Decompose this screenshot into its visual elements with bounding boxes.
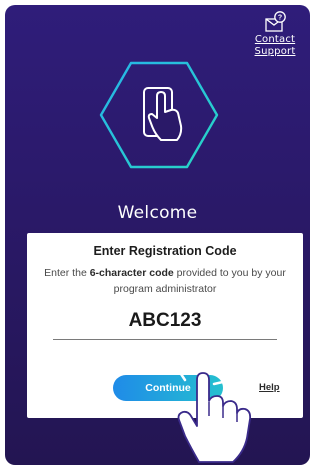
registration-code-input[interactable]: [53, 303, 277, 340]
card-title: Enter Registration Code: [93, 244, 237, 258]
continue-button[interactable]: Continue: [113, 375, 223, 401]
desc-pre: Enter the: [44, 267, 90, 279]
contact-support-label-line2[interactable]: Support: [252, 46, 298, 57]
envelope-question-icon: ?: [265, 11, 286, 32]
welcome-heading: Welcome: [117, 203, 198, 223]
app-screen: ? Contact Support Welcome Enter Registra…: [5, 5, 310, 465]
desc-bold: 6-character code: [89, 267, 174, 279]
hexagon-phone-tap-icon: [97, 60, 221, 170]
contact-support-link[interactable]: ? Contact Support: [252, 11, 298, 57]
help-link[interactable]: Help: [259, 382, 280, 393]
contact-support-label-line1[interactable]: Contact: [252, 34, 298, 45]
registration-card: Enter Registration Code Enter the 6-char…: [27, 233, 303, 418]
card-description: Enter the 6-character code provided to y…: [41, 265, 289, 297]
svg-text:?: ?: [278, 15, 282, 22]
